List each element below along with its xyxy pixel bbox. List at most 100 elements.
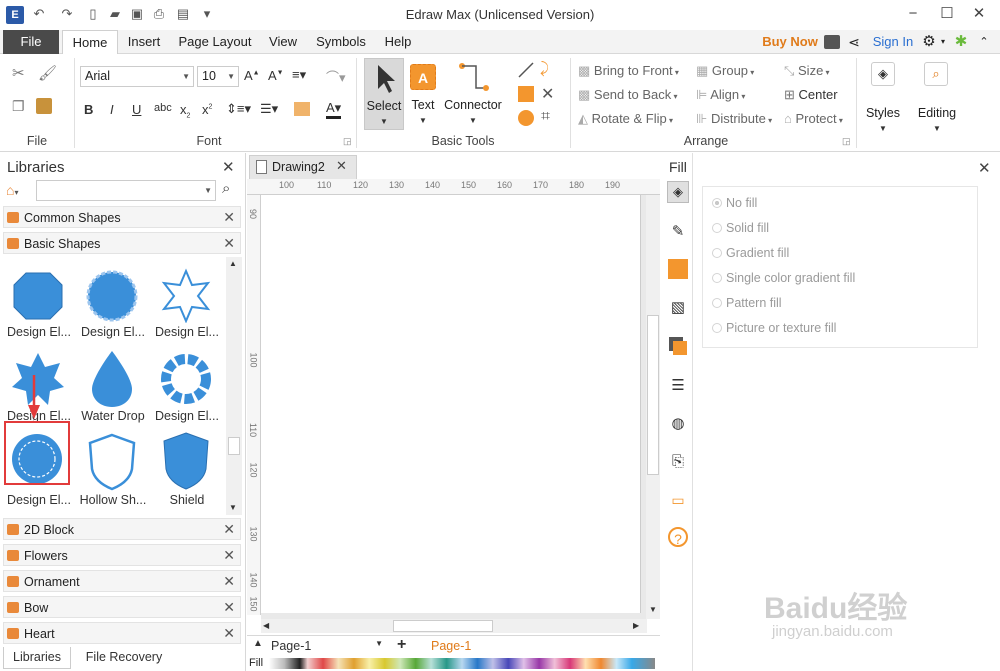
circle-tool-icon[interactable]	[518, 110, 534, 126]
tab-view[interactable]: View	[262, 30, 304, 54]
bring-to-front-button[interactable]: ▩ Bring to Front ▾	[578, 63, 679, 79]
tab-file[interactable]: File	[3, 30, 59, 54]
collapse-ribbon-icon[interactable]: ⌃	[976, 30, 992, 54]
library-category-bow[interactable]: Bow ✕	[3, 596, 241, 618]
font-size-select[interactable]: 10 ▼	[197, 66, 239, 87]
library-category-common-shapes[interactable]: Common Shapes ✕	[3, 206, 241, 228]
close-category-icon[interactable]: ✕	[223, 209, 235, 226]
tab-symbols[interactable]: Symbols	[310, 30, 372, 54]
shrink-font-icon[interactable]: A▼	[268, 68, 284, 83]
shape-item[interactable]: Design El...	[152, 261, 222, 343]
line-spacing-icon[interactable]: ⇕≡▾	[226, 101, 251, 117]
fill-option-single-color-gradient[interactable]: Single color gradient fill	[712, 271, 855, 285]
fill-option-gradient[interactable]: Gradient fill	[712, 246, 789, 260]
vertical-scrollbar[interactable]: ▼	[646, 195, 660, 619]
crop-tool-icon[interactable]: ⌗	[541, 108, 550, 126]
bullets-icon[interactable]: ☰▾	[260, 101, 278, 117]
gear-icon[interactable]: ⚙	[920, 30, 938, 54]
fill-option-solid[interactable]: Solid fill	[712, 221, 769, 235]
library-category-2d-block[interactable]: 2D Block ✕	[3, 518, 241, 540]
format-painter-icon[interactable]: ✂	[12, 64, 25, 82]
shape-item[interactable]: Design El...	[4, 261, 74, 343]
scroll-thumb[interactable]	[393, 620, 493, 632]
shape-item[interactable]: Design El...	[78, 261, 148, 343]
line-style-icon[interactable]: ✎	[667, 221, 689, 243]
scroll-up-icon[interactable]: ▲	[229, 259, 237, 268]
library-category-heart[interactable]: Heart ✕	[3, 622, 241, 644]
home-library-icon[interactable]: ⌂▾	[6, 182, 18, 198]
page-nav-icon[interactable]: ▲	[253, 638, 263, 649]
maximize-button[interactable]: ☐	[930, 3, 964, 25]
font-dialog-launcher-icon[interactable]: ◲	[343, 136, 352, 147]
comment-icon[interactable]: ▭	[667, 489, 689, 511]
library-category-basic-shapes[interactable]: Basic Shapes ✕	[3, 232, 241, 254]
close-category-icon[interactable]: ✕	[223, 521, 235, 538]
layers-icon[interactable]	[667, 335, 689, 357]
tab-libraries[interactable]: Libraries	[3, 647, 71, 669]
shape-item[interactable]: Shield	[152, 429, 222, 511]
attachment-icon[interactable]: ⎘	[667, 451, 689, 473]
cross-tool-icon[interactable]: ✕	[541, 84, 554, 104]
align-button[interactable]: ⊫ Align ▾	[696, 87, 745, 103]
add-page-icon[interactable]: +	[397, 636, 406, 654]
close-category-icon[interactable]: ✕	[223, 235, 235, 252]
text-highlight-icon[interactable]	[294, 102, 310, 116]
shape-item[interactable]: Hollow Sh...	[78, 429, 148, 511]
brush-icon[interactable]: 🖌	[38, 64, 57, 82]
font-family-select[interactable]: Arial ▼	[80, 66, 194, 87]
text-tool-button[interactable]: A Text ▼	[406, 58, 440, 130]
arrange-dialog-launcher-icon[interactable]: ◲	[842, 136, 851, 147]
close-category-icon[interactable]: ✕	[223, 599, 235, 616]
search-icon[interactable]: ⌕	[222, 180, 230, 197]
scroll-right-icon[interactable]: ▶	[633, 621, 639, 630]
fill-option-no-fill[interactable]: No fill	[712, 196, 757, 210]
close-fill-panel-icon[interactable]: ✕	[978, 159, 991, 177]
close-category-icon[interactable]: ✕	[223, 625, 235, 642]
scroll-down-icon[interactable]: ▼	[229, 503, 237, 512]
shape-item[interactable]: Design El...	[152, 345, 222, 427]
scroll-thumb[interactable]	[647, 315, 659, 475]
minimize-button[interactable]: −	[896, 3, 930, 25]
library-scrollbar[interactable]: ▲ ▼	[226, 257, 242, 515]
gear-dropdown-icon[interactable]: ▾	[938, 30, 948, 54]
buy-now-link[interactable]: Buy Now	[760, 30, 820, 54]
group-button[interactable]: ▦ Group ▾	[696, 63, 754, 79]
text-rotate-icon[interactable]: ⌒▾	[326, 67, 346, 86]
help-icon[interactable]: ?	[668, 527, 688, 547]
underline-icon[interactable]: U	[132, 102, 141, 117]
copy-icon[interactable]: ❐	[12, 98, 25, 115]
scroll-thumb[interactable]	[228, 437, 240, 455]
share-icon[interactable]: ⋖	[846, 30, 862, 54]
close-category-icon[interactable]: ✕	[223, 573, 235, 590]
tab-drawing2[interactable]: Drawing2 ✕	[249, 155, 357, 179]
close-tab-icon[interactable]: ✕	[336, 158, 347, 174]
arc-tool-icon[interactable]: ⤸	[540, 60, 549, 77]
drawing-page[interactable]	[261, 195, 641, 613]
horizontal-scrollbar[interactable]: ◀ ▶	[261, 619, 647, 633]
strikethrough-icon[interactable]: abc	[154, 102, 172, 114]
document-list-icon[interactable]: ☰	[667, 375, 689, 397]
scroll-left-icon[interactable]: ◀	[263, 621, 269, 630]
line-tool-icon[interactable]	[516, 60, 536, 80]
select-tool-button[interactable]: Select ▼	[364, 58, 404, 130]
styles-button[interactable]: ◈ Styles ▼	[862, 60, 904, 140]
fill-icon[interactable]: ◈	[667, 181, 689, 203]
close-libraries-icon[interactable]: ✕	[222, 158, 235, 176]
drawing-canvas[interactable]	[261, 195, 647, 619]
scroll-down-icon[interactable]: ▼	[649, 605, 657, 614]
editing-button[interactable]: ⌕ Editing ▼	[912, 60, 962, 140]
shadow-icon[interactable]	[668, 259, 688, 279]
protect-button[interactable]: ⌂ Protect ▾	[784, 111, 843, 126]
page-select[interactable]: Page-1 ▼	[271, 639, 383, 653]
tab-insert[interactable]: Insert	[120, 30, 168, 54]
close-category-icon[interactable]: ✕	[223, 547, 235, 564]
tab-help[interactable]: Help	[378, 30, 418, 54]
send-to-back-button[interactable]: ▩ Send to Back ▾	[578, 87, 677, 103]
center-button[interactable]: ⊞ Center	[784, 87, 838, 103]
library-category-flowers[interactable]: Flowers ✕	[3, 544, 241, 566]
library-category-ornament[interactable]: Ornament ✕	[3, 570, 241, 592]
align-text-icon[interactable]: ≡▾	[292, 67, 306, 83]
tab-page-1[interactable]: Page-1	[431, 639, 471, 653]
distribute-button[interactable]: ⊪ Distribute ▾	[696, 111, 772, 127]
font-color-icon[interactable]: A▾	[326, 100, 342, 119]
